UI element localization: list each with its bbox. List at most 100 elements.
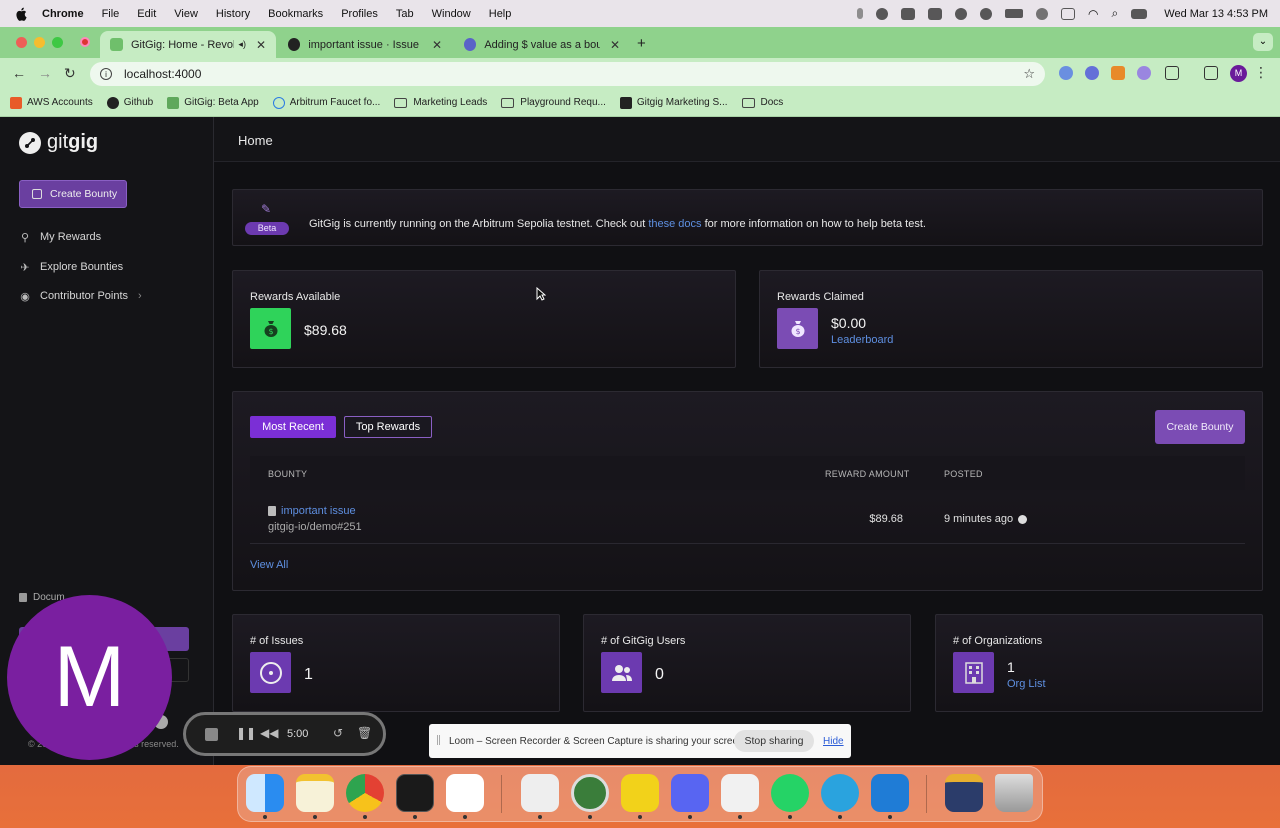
- bookmark-label: Gitgig Marketing S...: [636, 97, 728, 108]
- whatsapp-icon[interactable]: [771, 774, 809, 812]
- microphone-icon[interactable]: [857, 8, 864, 19]
- table-row[interactable]: important issue gitgig-io/demo#251 $89.6…: [250, 492, 1245, 544]
- wifi-icon[interactable]: ◠: [1088, 7, 1098, 21]
- status-icon-1[interactable]: [901, 7, 916, 20]
- menu-bookmarks[interactable]: Bookmarks: [268, 8, 323, 20]
- telegram-icon[interactable]: [821, 774, 859, 812]
- sidebar-item-explore-bounties[interactable]: ✈ Explore Bounties: [19, 261, 123, 274]
- menu-file[interactable]: File: [102, 8, 120, 20]
- extensions-puzzle-icon[interactable]: [1165, 66, 1179, 80]
- apple-icon[interactable]: [14, 7, 28, 21]
- tab-top-rewards[interactable]: Top Rewards: [344, 416, 432, 438]
- status-icon-4[interactable]: [980, 7, 993, 20]
- sidebar-item-contributor-points[interactable]: ◉ Contributor Points ›: [19, 290, 142, 303]
- bookmark-github[interactable]: Github: [106, 96, 153, 109]
- menubar-clock[interactable]: Wed Mar 13 4:53 PM: [1164, 8, 1268, 20]
- reload-icon[interactable]: ↻: [64, 65, 76, 82]
- beta-text-after: for more information on how to help beta…: [701, 218, 926, 230]
- menu-view[interactable]: View: [174, 8, 198, 20]
- app-icon-yellow[interactable]: [621, 774, 659, 812]
- create-bounty-button[interactable]: Create Bounty: [1155, 410, 1245, 444]
- new-tab-icon[interactable]: +: [637, 35, 646, 52]
- restart-icon[interactable]: ↺: [333, 726, 343, 740]
- terminal-icon[interactable]: [396, 774, 434, 812]
- bookmark-gitgig-marketing[interactable]: Gitgig Marketing S...: [619, 96, 728, 109]
- control-center-icon[interactable]: [1131, 8, 1148, 19]
- address-bar[interactable]: i localhost:4000 ☆: [90, 62, 1045, 86]
- back-arrow-icon[interactable]: ←: [12, 65, 26, 81]
- notes-icon[interactable]: [296, 774, 334, 812]
- tab-audio-icon[interactable]: ◂): [238, 39, 246, 50]
- tab-most-recent[interactable]: Most Recent: [250, 416, 336, 438]
- bounty-title-link[interactable]: important issue: [268, 505, 356, 517]
- bookmark-aws-accounts[interactable]: AWS Accounts: [10, 96, 93, 109]
- finder-icon[interactable]: [246, 774, 284, 812]
- trash-bin-icon[interactable]: [995, 774, 1033, 812]
- screen-mirror-icon[interactable]: [1061, 7, 1076, 20]
- bookmark-arbitrum-faucet[interactable]: Arbitrum Faucet fo...: [272, 96, 380, 109]
- extension-icon-1[interactable]: [1059, 66, 1073, 80]
- app-icon-green[interactable]: [571, 774, 609, 812]
- metamask-fox-icon[interactable]: [1111, 66, 1125, 80]
- trash-icon[interactable]: 🗑: [357, 726, 372, 740]
- url-text[interactable]: localhost:4000: [124, 67, 201, 81]
- menu-profiles[interactable]: Profiles: [341, 8, 378, 20]
- beta-docs-link[interactable]: these docs: [648, 218, 701, 230]
- rewind-icon[interactable]: ◀◀: [260, 726, 278, 740]
- status-icon-3[interactable]: [955, 7, 968, 20]
- tab-github-issue[interactable]: important issue · Issue #251 ✕: [278, 31, 452, 58]
- site-info-icon[interactable]: i: [100, 68, 112, 80]
- downloads-stack-icon[interactable]: [945, 774, 983, 812]
- tab-close-icon[interactable]: ✕: [610, 38, 620, 52]
- bounty-title[interactable]: important issue: [281, 505, 356, 517]
- sidebar-create-bounty-button[interactable]: Create Bounty: [19, 180, 127, 208]
- brightness-icon[interactable]: [876, 7, 889, 20]
- play-icon[interactable]: [1036, 7, 1049, 20]
- forward-arrow-icon[interactable]: →: [38, 65, 52, 81]
- discord-icon[interactable]: [671, 774, 709, 812]
- drag-handle-icon[interactable]: [437, 735, 440, 745]
- close-window-icon[interactable]: [16, 37, 27, 48]
- maximize-window-icon[interactable]: [52, 37, 63, 48]
- more-menu-icon[interactable]: ⋮: [1254, 64, 1268, 81]
- status-icon-2[interactable]: [928, 7, 943, 20]
- leaderboard-link[interactable]: Leaderboard: [831, 334, 893, 346]
- sidebar-item-my-rewards[interactable]: ⚲ My Rewards: [19, 231, 101, 244]
- text-editor-icon[interactable]: [521, 774, 559, 812]
- extension-icon-4[interactable]: [1137, 66, 1151, 80]
- gitgig-logo[interactable]: git gig: [19, 131, 98, 154]
- view-all-link[interactable]: View All: [250, 559, 288, 571]
- menu-window[interactable]: Window: [432, 8, 471, 20]
- search-icon[interactable]: ⌕: [1112, 6, 1119, 21]
- stop-sharing-button[interactable]: Stop sharing: [734, 730, 814, 752]
- hide-link[interactable]: Hide: [823, 736, 844, 747]
- bookmark-playground[interactable]: Playground Requ...: [501, 97, 606, 108]
- chrome-icon[interactable]: [346, 774, 384, 812]
- app-icon-triangle[interactable]: [721, 774, 759, 812]
- bookmark-docs[interactable]: Docs: [741, 97, 783, 108]
- profile-avatar[interactable]: M: [1230, 65, 1247, 82]
- menu-history[interactable]: History: [216, 8, 250, 20]
- menu-edit[interactable]: Edit: [137, 8, 156, 20]
- extension-gear-icon[interactable]: [1085, 66, 1099, 80]
- stop-recording-icon[interactable]: [205, 728, 218, 741]
- loom-camera-avatar[interactable]: M: [7, 595, 172, 760]
- vscode-icon[interactable]: [871, 774, 909, 812]
- tab-adding-bounty[interactable]: Adding $ value as a bounty t ✕: [454, 31, 630, 58]
- minimize-window-icon[interactable]: [34, 37, 45, 48]
- pause-icon[interactable]: ❚❚: [236, 726, 256, 740]
- org-list-link[interactable]: Org List: [1007, 678, 1046, 690]
- tab-close-icon[interactable]: ✕: [432, 38, 442, 52]
- menu-app-name[interactable]: Chrome: [42, 8, 84, 20]
- slack-icon[interactable]: [446, 774, 484, 812]
- tab-close-icon[interactable]: ✕: [256, 38, 266, 52]
- bookmark-gitgig-beta[interactable]: GitGig: Beta App: [167, 96, 259, 109]
- side-panel-icon[interactable]: [1204, 66, 1218, 80]
- menu-help[interactable]: Help: [489, 8, 512, 20]
- tab-search-chevron-icon[interactable]: ⌄: [1253, 33, 1273, 51]
- menu-tab[interactable]: Tab: [396, 8, 414, 20]
- bookmark-star-icon[interactable]: ☆: [1023, 66, 1035, 82]
- battery-icon[interactable]: [1005, 9, 1024, 18]
- bookmark-marketing-leads[interactable]: Marketing Leads: [394, 97, 487, 108]
- tab-gitgig-home[interactable]: GitGig: Home - Revolutio ◂) ✕: [100, 31, 276, 58]
